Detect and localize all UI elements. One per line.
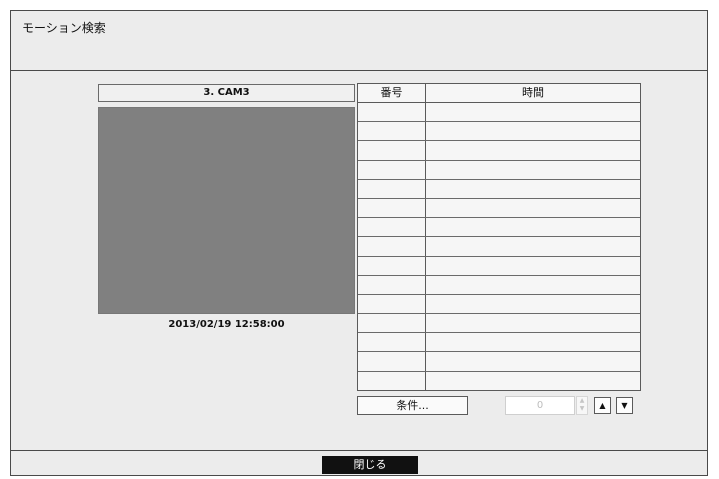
row-time-cell: [426, 295, 640, 313]
row-time-cell: [426, 372, 640, 391]
row-number-cell: [358, 218, 426, 237]
table-row[interactable]: [358, 237, 640, 257]
row-time-cell: [426, 257, 640, 275]
row-number-cell: [358, 103, 426, 122]
camera-preview[interactable]: [98, 107, 355, 314]
results-table: 番号 時間: [357, 83, 641, 391]
row-number-cell: [358, 352, 426, 371]
spin-up-icon[interactable]: ▲: [577, 397, 587, 405]
row-number-cell: [358, 256, 426, 275]
row-number-cell: [358, 237, 426, 256]
camera-name-label: 3. CAM3: [98, 84, 355, 102]
table-row[interactable]: [358, 103, 640, 123]
table-row[interactable]: [358, 122, 640, 142]
page-up-button[interactable]: ▲: [594, 397, 611, 414]
condition-button[interactable]: 条件...: [357, 396, 468, 415]
row-number-cell: [358, 275, 426, 294]
row-number-cell: [358, 294, 426, 314]
row-time-cell: [426, 103, 640, 121]
row-number-cell: [358, 122, 426, 141]
title-bar: モーション検索: [11, 11, 707, 71]
triangle-down-icon: ▼: [621, 401, 628, 410]
table-row[interactable]: [358, 314, 640, 334]
row-time-cell: [426, 218, 640, 236]
camera-timestamp: 2013/02/19 12:58:00: [168, 319, 285, 330]
footer-divider: [11, 450, 707, 451]
triangle-up-icon: ▲: [599, 401, 606, 410]
row-time-cell: [426, 237, 640, 255]
row-number-cell: [358, 198, 426, 218]
page-number-field[interactable]: 0: [505, 396, 575, 415]
table-row[interactable]: [358, 371, 640, 391]
row-time-cell: [426, 352, 640, 370]
table-row[interactable]: [358, 218, 640, 238]
table-row[interactable]: [358, 333, 640, 353]
table-row[interactable]: [358, 160, 640, 180]
row-number-cell: [358, 333, 426, 352]
row-number-cell: [358, 141, 426, 160]
row-time-cell: [426, 161, 640, 179]
results-header: 番号 時間: [358, 84, 640, 103]
table-row[interactable]: [358, 179, 640, 199]
row-number-cell: [358, 160, 426, 179]
row-time-cell: [426, 122, 640, 140]
row-time-cell: [426, 333, 640, 351]
motion-search-dialog: モーション検索 3. CAM3 2013/02/19 12:58:00 番号 時…: [10, 10, 708, 476]
page-down-button[interactable]: ▼: [616, 397, 633, 414]
page-spinner[interactable]: ▲ ▼: [576, 396, 588, 415]
table-row[interactable]: [358, 294, 640, 315]
row-number-cell: [358, 179, 426, 198]
results-body: [358, 103, 640, 391]
row-time-cell: [426, 314, 640, 332]
table-row[interactable]: [358, 352, 640, 372]
dialog-title: モーション検索: [22, 21, 106, 35]
table-row[interactable]: [358, 275, 640, 295]
row-time-cell: [426, 141, 640, 159]
column-header-time[interactable]: 時間: [426, 84, 640, 102]
row-number-cell: [358, 371, 426, 391]
row-time-cell: [426, 180, 640, 198]
table-row[interactable]: [358, 141, 640, 161]
close-button[interactable]: 閉じる: [322, 456, 418, 474]
row-time-cell: [426, 276, 640, 294]
spin-down-icon[interactable]: ▼: [577, 405, 587, 413]
table-row[interactable]: [358, 198, 640, 219]
row-number-cell: [358, 314, 426, 333]
row-time-cell: [426, 199, 640, 217]
column-header-number[interactable]: 番号: [358, 84, 426, 102]
table-row[interactable]: [358, 256, 640, 276]
